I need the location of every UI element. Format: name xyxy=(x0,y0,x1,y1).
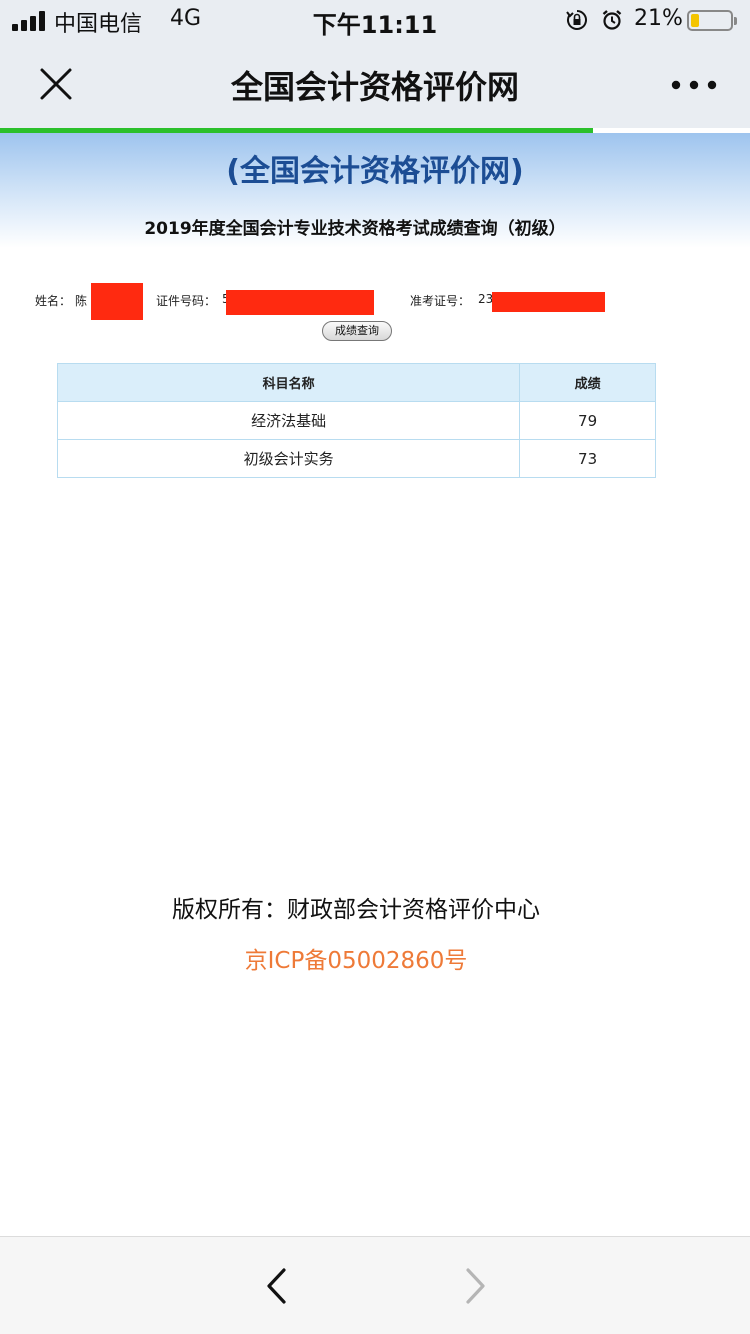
id-label: 证件号码： xyxy=(156,294,217,308)
score-cell: 73 xyxy=(519,439,656,478)
column-header-score: 成绩 xyxy=(519,363,656,402)
name-label: 姓名： xyxy=(35,294,72,308)
column-header-subject: 科目名称 xyxy=(56,363,521,402)
results-table: 科目名称 成绩 经济法基础 79 初级会计实务 73 xyxy=(56,363,656,478)
site-subtitle: (全国会计资格评价网) xyxy=(226,154,524,189)
redaction-block xyxy=(226,290,374,315)
ticket-value: 23 xyxy=(478,292,494,306)
table-row: 初级会计实务 73 xyxy=(56,439,656,478)
subject-cell: 初级会计实务 xyxy=(56,439,521,478)
browser-toolbar xyxy=(0,1236,750,1334)
more-icon[interactable] xyxy=(668,70,720,100)
ticket-label: 准考证号： xyxy=(410,294,471,308)
score-query-button[interactable]: 成绩查询 xyxy=(322,321,392,341)
chevron-right-icon[interactable] xyxy=(460,1267,490,1305)
status-bar: 中国电信 4G 下午11:11 21% xyxy=(0,0,750,40)
name-value: 陈 xyxy=(75,294,88,308)
battery-level xyxy=(691,14,699,27)
battery-percent: 21% xyxy=(634,6,683,31)
redaction-block xyxy=(492,292,605,312)
nav-bar: 全国会计资格评价网 xyxy=(0,40,750,128)
battery-icon xyxy=(687,10,737,31)
subject-cell: 经济法基础 xyxy=(56,401,521,440)
alarm-icon xyxy=(602,10,622,30)
page-title: 全国会计资格评价网 xyxy=(230,68,519,106)
query-heading: 2019年度全国会计专业技术资格考试成绩查询（初级） xyxy=(144,219,566,239)
table-header-row: 科目名称 成绩 xyxy=(56,363,656,402)
icp-license-link[interactable]: 京ICP备05002860号 xyxy=(0,941,712,975)
score-cell: 79 xyxy=(519,401,656,440)
rotation-lock-icon xyxy=(566,10,587,30)
chevron-left-icon[interactable] xyxy=(262,1267,292,1305)
table-row: 经济法基础 79 xyxy=(56,401,656,440)
copyright-text: 版权所有：财政部会计资格评价中心 xyxy=(172,897,540,923)
redaction-block xyxy=(91,283,143,320)
